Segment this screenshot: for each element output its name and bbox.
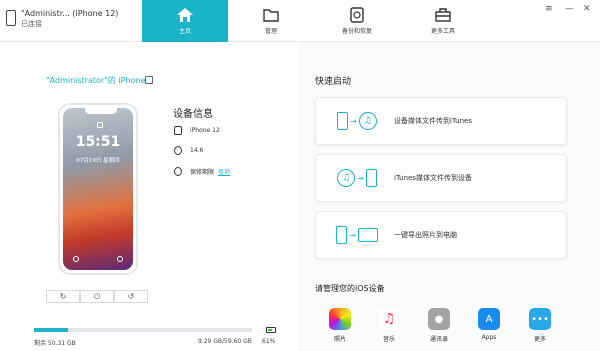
folder-icon xyxy=(263,9,279,22)
restart-button[interactable]: ↺ xyxy=(114,290,148,303)
export-photos-icons: → xyxy=(326,226,388,244)
notch xyxy=(85,108,117,114)
card-label: 一键导出照片到电脑 xyxy=(394,231,457,239)
tab-home-label: 主页 xyxy=(178,28,191,35)
app-music[interactable]: ♫ 音乐 xyxy=(374,308,404,343)
warranty-link[interactable]: 查询 xyxy=(218,167,230,176)
title-bar: "Administr... (iPhone 12) 已连接 主页 管理 备份和恢… xyxy=(0,0,600,42)
arrow-right-icon: → xyxy=(349,230,356,240)
storage-free: 剩余 50.31 GB xyxy=(34,340,76,347)
minimize-icon[interactable]: — xyxy=(565,4,574,14)
edit-icon[interactable] xyxy=(145,76,153,84)
home-icon xyxy=(177,8,193,22)
lock-screen: 15:51 07月19日 星期四 xyxy=(63,108,133,270)
device-to-itunes-icons: → ♫ xyxy=(326,112,388,130)
storage-used: 9.29 GB/59.60 GB xyxy=(198,338,252,345)
tab-home[interactable]: 主页 xyxy=(142,0,228,42)
app-contacts[interactable]: ● 通讯录 xyxy=(424,308,454,343)
device-panel xyxy=(0,42,298,351)
music-icon: ♫ xyxy=(337,169,356,187)
appstore-icon: A xyxy=(478,308,500,330)
power-button[interactable]: ⏻ xyxy=(80,290,114,303)
monitor-icon xyxy=(357,228,378,242)
storage-fill xyxy=(34,328,68,332)
camera-icon xyxy=(117,256,123,262)
restart-icon: ↺ xyxy=(127,292,135,301)
main-nav: 主页 管理 备份和恢复 更多工具 xyxy=(142,0,486,42)
tab-backup[interactable]: 备份和恢复 xyxy=(314,0,400,42)
battery-icon xyxy=(266,327,276,333)
tab-backup-label: 备份和恢复 xyxy=(341,28,372,35)
device-title: "Administrator"的 iPhone xyxy=(46,76,146,85)
phone-icon xyxy=(337,112,349,130)
phone-icon xyxy=(6,10,16,26)
card-label: iTunes媒体文件传到设备 xyxy=(394,174,472,182)
warranty-row: 保修期限 查询 xyxy=(174,167,230,176)
device-selector[interactable]: "Administr... (iPhone 12) 已连接 xyxy=(6,8,118,29)
music-icon: ♫ xyxy=(378,308,400,330)
quick-card-device-to-itunes[interactable]: → ♫ 设备媒体文件传到iTunes xyxy=(315,97,567,145)
model-row: iPhone 12 xyxy=(174,126,220,135)
app-apps[interactable]: A Apps xyxy=(474,308,504,341)
toolbox-icon xyxy=(435,8,451,22)
storage-bar xyxy=(34,328,252,332)
flashlight-icon xyxy=(73,256,79,262)
tab-more-tools[interactable]: 更多工具 xyxy=(400,0,486,42)
warranty-label: 保修期限 xyxy=(190,169,215,176)
backup-icon xyxy=(350,7,364,23)
arrow-right-icon: → xyxy=(357,173,364,183)
power-icon: ⏻ xyxy=(93,291,101,301)
ios-icon xyxy=(174,146,182,155)
contacts-icon: ● xyxy=(428,308,450,330)
model-value: iPhone 12 xyxy=(190,127,220,134)
quick-card-itunes-to-device[interactable]: ♫ → iTunes媒体文件传到设备 xyxy=(315,154,567,202)
card-label: 设备媒体文件传到iTunes xyxy=(394,117,472,125)
phone-icon xyxy=(174,126,182,135)
phone-controls: ↻ ⏻ ↺ xyxy=(46,290,148,303)
app-label: 音乐 xyxy=(382,336,395,343)
phone-icon xyxy=(336,226,348,244)
device-status: 已连接 xyxy=(21,20,42,28)
menu-icon[interactable]: ≡ xyxy=(545,4,553,14)
device-info-heading: 设备信息 xyxy=(173,109,213,120)
itunes-to-device-icons: ♫ → xyxy=(326,169,388,187)
refresh-button[interactable]: ↻ xyxy=(46,290,80,303)
ios-manage-title: 请管理您的iOS设备 xyxy=(315,284,385,293)
ios-row: 14.6 xyxy=(174,146,203,155)
lock-time: 15:51 xyxy=(75,134,121,150)
phone-icon xyxy=(365,169,377,187)
quick-card-export-photos[interactable]: → 一键导出照片到电脑 xyxy=(315,211,567,259)
photos-icon xyxy=(329,308,351,330)
app-label: 更多 xyxy=(533,336,546,343)
app-label: Apps xyxy=(481,334,497,341)
app-label: 通讯录 xyxy=(429,336,448,343)
battery-fill xyxy=(268,329,272,331)
music-icon: ♫ xyxy=(358,112,377,130)
refresh-icon: ↻ xyxy=(59,292,67,301)
lock-icon xyxy=(97,122,103,128)
tab-manage-label: 管理 xyxy=(264,28,277,35)
tab-more-tools-label: 更多工具 xyxy=(430,28,455,35)
lock-date: 07月19日 星期四 xyxy=(76,158,120,164)
tab-manage[interactable]: 管理 xyxy=(228,0,314,42)
quick-start-title: 快速启动 xyxy=(315,77,352,87)
ios-version: 14.6 xyxy=(190,147,204,154)
app-photos[interactable]: 照片 xyxy=(325,308,355,343)
app-label: 照片 xyxy=(333,336,346,343)
arrow-right-icon: → xyxy=(350,116,357,126)
close-icon[interactable]: ✕ xyxy=(583,4,591,14)
app-more[interactable]: ••• 更多 xyxy=(525,308,555,343)
battery-percent: 61% xyxy=(262,338,276,345)
phone-preview: 15:51 07月19日 星期四 xyxy=(58,103,138,275)
more-icon: ••• xyxy=(529,308,551,330)
device-name: "Administr... (iPhone 12) xyxy=(21,9,119,18)
shield-icon xyxy=(174,167,182,176)
